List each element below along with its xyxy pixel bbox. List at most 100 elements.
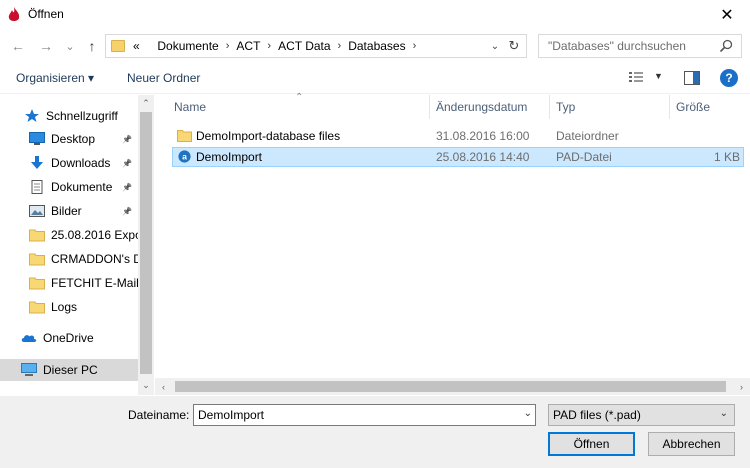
- breadcrumb-separator[interactable]: ›: [267, 40, 271, 52]
- file-list-hscrollbar[interactable]: ‹ ›: [155, 378, 750, 395]
- sidebar-item-label: FETCHIT E-Mails: [51, 276, 138, 290]
- download-icon: [31, 156, 43, 169]
- folder-icon: [29, 301, 45, 314]
- filename-label: Dateiname:: [128, 408, 190, 422]
- file-type: PAD-Datei: [556, 150, 612, 164]
- sidebar-item-label: OneDrive: [43, 331, 94, 345]
- breadcrumb-separator[interactable]: ›: [338, 40, 342, 52]
- scroll-down-button[interactable]: ⌄: [138, 377, 154, 393]
- pin-icon: 📌: [122, 158, 132, 168]
- refresh-button[interactable]: ↻: [504, 35, 524, 57]
- sidebar-item-label: Logs: [51, 300, 78, 314]
- sidebar-item-crmaddon-folder[interactable]: CRMADDON's D: [0, 248, 138, 270]
- organize-menu-button[interactable]: Organisieren ▾: [16, 71, 94, 85]
- file-row[interactable]: DemoImport-database files 31.08.2016 16:…: [172, 126, 744, 146]
- new-folder-button[interactable]: Neuer Ordner: [127, 71, 200, 85]
- sidebar-item-label: 25.08.2016 Expor: [51, 228, 138, 242]
- filetype-select[interactable]: PAD files (*.pad) ⌄: [548, 404, 735, 426]
- scroll-up-button[interactable]: ⌃: [138, 95, 154, 111]
- breadcrumb-act-data[interactable]: ACT Data: [278, 39, 330, 53]
- column-divider[interactable]: [549, 95, 550, 119]
- column-header-label: Name: [174, 100, 207, 114]
- recent-locations-button[interactable]: ⌄: [60, 36, 80, 56]
- pin-icon: 📌: [122, 206, 132, 216]
- computer-icon: [21, 363, 37, 376]
- sidebar-item-onedrive[interactable]: OneDrive: [0, 327, 138, 349]
- search-placeholder: "Databases" durchsuchen: [548, 39, 686, 53]
- breadcrumb-overflow[interactable]: «: [133, 39, 140, 53]
- close-button[interactable]: ✕: [704, 0, 750, 30]
- search-icon: [719, 39, 733, 53]
- sidebar-item-documents[interactable]: Dokumente 📌: [0, 176, 138, 198]
- breadcrumb-databases[interactable]: Databases: [348, 39, 405, 53]
- sidebar-item-label: Desktop: [51, 132, 96, 146]
- sidebar-item-pictures[interactable]: Bilder 📌: [0, 200, 138, 222]
- sidebar-item-logs-folder[interactable]: Logs: [0, 296, 138, 318]
- breadcrumb-act[interactable]: ACT: [236, 39, 260, 53]
- column-header-label: Größe: [676, 100, 711, 114]
- sidebar-scrollbar[interactable]: ⌃ ⌄: [138, 95, 154, 395]
- sidebar-item-label: Schnellzugriff: [46, 109, 118, 123]
- up-button[interactable]: ↑: [82, 36, 102, 56]
- title-bar: Öffnen ✕: [0, 0, 750, 30]
- file-size: 1 KB: [713, 150, 740, 164]
- sidebar-item-downloads[interactable]: Downloads 📌: [0, 152, 138, 174]
- cancel-button[interactable]: Abbrechen: [648, 432, 735, 456]
- sidebar-item-quick-access[interactable]: Schnellzugriff: [0, 105, 138, 127]
- folder-icon: [29, 253, 45, 266]
- star-icon: [25, 109, 39, 122]
- column-header-size[interactable]: Größe: [676, 95, 746, 119]
- file-date: 31.08.2016 16:00: [436, 129, 530, 143]
- act-file-icon: a: [178, 150, 191, 163]
- preview-pane-icon[interactable]: [684, 71, 700, 85]
- sidebar-item-export-folder[interactable]: 25.08.2016 Expor: [0, 224, 138, 246]
- column-header-label: Änderungsdatum: [436, 100, 528, 114]
- help-icon[interactable]: ?: [720, 69, 738, 87]
- forward-button[interactable]: →: [36, 36, 56, 56]
- back-button[interactable]: ←: [8, 36, 28, 56]
- desktop-icon: [29, 132, 45, 145]
- scroll-left-button[interactable]: ‹: [155, 378, 172, 395]
- file-type: Dateiordner: [556, 129, 619, 143]
- app-flame-icon: [8, 7, 20, 21]
- file-date: 25.08.2016 14:40: [436, 150, 530, 164]
- address-bar[interactable]: « › Dokumente › ACT › ACT Data › Databas…: [105, 34, 527, 58]
- filename-value: DemoImport: [198, 408, 265, 422]
- chevron-down-icon[interactable]: ⌄: [524, 408, 532, 419]
- command-toolbar: Organisieren ▾ Neuer Ordner ▼ ?: [0, 62, 750, 94]
- dialog-footer: Dateiname: DemoImport ⌄ PAD files (*.pad…: [0, 396, 750, 468]
- search-input[interactable]: "Databases" durchsuchen: [538, 34, 742, 58]
- filetype-value: PAD files (*.pad): [553, 408, 641, 422]
- sidebar-item-desktop[interactable]: Desktop 📌: [0, 128, 138, 150]
- column-header-type[interactable]: Typ: [556, 95, 666, 119]
- file-name: DemoImport: [196, 150, 263, 164]
- sidebar-item-label: Dieser PC: [43, 363, 98, 377]
- file-row[interactable]: a DemoImport 25.08.2016 14:40 PAD-Datei …: [172, 147, 744, 167]
- scroll-right-button[interactable]: ›: [733, 378, 750, 395]
- breadcrumb-separator[interactable]: ›: [226, 40, 230, 52]
- breadcrumb-dokumente[interactable]: Dokumente: [157, 39, 218, 53]
- scrollbar-thumb[interactable]: [175, 381, 726, 392]
- document-icon: [31, 180, 43, 194]
- column-header-date[interactable]: Änderungsdatum: [436, 95, 548, 119]
- filename-input[interactable]: DemoImport ⌄: [193, 404, 536, 426]
- column-header-label: Typ: [556, 100, 576, 114]
- address-dropdown-button[interactable]: ⌄: [486, 35, 504, 57]
- breadcrumb-separator[interactable]: ›: [413, 40, 417, 52]
- folder-icon: [29, 277, 45, 290]
- column-header-name[interactable]: Name: [174, 95, 429, 119]
- view-dropdown-button[interactable]: ▼: [654, 71, 663, 81]
- column-divider[interactable]: [669, 95, 670, 119]
- pin-icon: 📌: [122, 134, 132, 144]
- file-name: DemoImport-database files: [196, 129, 341, 143]
- sidebar-item-this-pc[interactable]: Dieser PC: [0, 359, 138, 381]
- sidebar-item-fetchit-folder[interactable]: FETCHIT E-Mails: [0, 272, 138, 294]
- scrollbar-thumb[interactable]: [140, 112, 152, 374]
- column-divider[interactable]: [429, 95, 430, 119]
- file-list-pane: ⌃ Name Änderungsdatum Typ Größe DemoImpo…: [155, 92, 750, 395]
- sidebar-item-label: Dokumente: [51, 180, 113, 194]
- open-button[interactable]: Öffnen: [548, 432, 635, 456]
- cloud-icon: [21, 335, 37, 342]
- sidebar-item-label: CRMADDON's D: [51, 252, 138, 266]
- view-options-icon[interactable]: [628, 71, 644, 85]
